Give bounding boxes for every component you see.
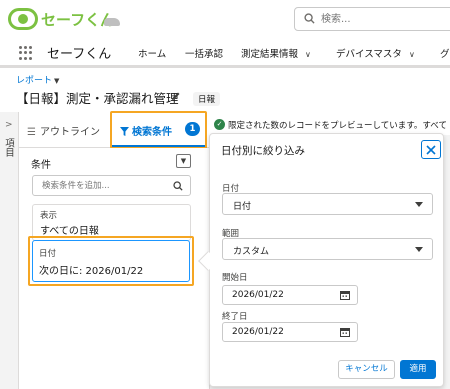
rail-label: 項目 xyxy=(3,138,14,157)
report-type-badge: 日報 xyxy=(193,92,221,106)
popover-title: 日付別に絞り込み xyxy=(221,145,305,157)
nav-item-label: デバイスマスタ xyxy=(336,49,402,60)
range-select-value: カスタム xyxy=(233,247,270,257)
close-button[interactable] xyxy=(421,140,441,159)
add-filter-input[interactable] xyxy=(42,179,167,193)
app-name: セーフくん xyxy=(47,47,112,62)
filter-date-caption: 日付 xyxy=(39,249,57,259)
conditions-menu-button[interactable]: ▼ xyxy=(176,154,191,168)
close-icon xyxy=(426,145,436,155)
filter-date[interactable]: 日付 次の日に: 2026/01/22 xyxy=(32,240,190,282)
caret-down-icon[interactable]: ▼ xyxy=(54,77,59,85)
tab-outline[interactable]: ☰ アウトライン xyxy=(27,123,100,138)
nav-item-label: 一括承認 xyxy=(185,49,224,60)
global-search-input[interactable] xyxy=(321,11,450,27)
car-icon xyxy=(104,18,120,26)
field-select[interactable]: 日付 xyxy=(222,193,433,215)
filter-show-caption: 表示 xyxy=(40,211,58,221)
nav-item-device-master[interactable]: デバイスマスタ ∨ xyxy=(336,46,415,60)
chevron-down-icon xyxy=(415,202,423,207)
date-filter-popover: 日付別に絞り込み 日付 日付 範囲 カスタム 開始日 2026/01/22 終了… xyxy=(209,133,444,387)
end-date-label: 終了日 xyxy=(222,312,248,322)
end-date-input[interactable]: 2026/01/22 xyxy=(222,322,358,342)
nav-item-group[interactable]: グ xyxy=(440,46,450,60)
apply-button[interactable]: 適用 xyxy=(400,360,436,379)
tab-outline-label: アウトライン xyxy=(39,127,100,138)
pencil-icon[interactable] xyxy=(171,91,181,101)
end-date-value: 2026/01/22 xyxy=(232,327,284,337)
nav-item-home[interactable]: ホーム xyxy=(138,46,166,60)
page-title: 【日報】測定・承認漏れ管理 xyxy=(16,91,179,106)
filter-show-value: すべての日報 xyxy=(40,226,99,237)
nav-item-label: ホーム xyxy=(138,49,167,60)
search-icon xyxy=(173,181,183,191)
nav-item-label: グ xyxy=(440,49,450,60)
field-select-value: 日付 xyxy=(233,202,252,212)
search-icon xyxy=(304,13,315,24)
check-icon: ✓ xyxy=(214,119,225,130)
breadcrumb-label: レポート xyxy=(16,76,53,86)
app-launcher-icon[interactable] xyxy=(19,46,33,60)
add-filter-search[interactable] xyxy=(32,175,191,196)
logo-mark xyxy=(8,8,38,30)
list-icon: ☰ xyxy=(27,127,36,138)
app-nav-bar: セーフくん ホーム 一括承認 測定結果情報 ∨ デバイスマスタ ∨ グ xyxy=(0,37,450,68)
range-select[interactable]: カスタム xyxy=(222,238,433,260)
chevron-down-icon[interactable]: ∨ xyxy=(409,50,415,59)
nav-item-bulk-approve[interactable]: 一括承認 xyxy=(185,46,223,60)
cancel-button[interactable]: キャンセル xyxy=(338,360,395,379)
nav-item-measurement-results[interactable]: 測定結果情報 ∨ xyxy=(241,46,311,60)
calendar-icon[interactable] xyxy=(340,290,350,300)
calendar-icon[interactable] xyxy=(340,327,350,337)
start-date-input[interactable]: 2026/01/22 xyxy=(222,285,358,305)
chevron-down-icon[interactable]: ∨ xyxy=(305,50,311,59)
brand-logo[interactable]: セーフくん xyxy=(8,7,120,31)
chevron-right-icon[interactable]: > xyxy=(5,120,13,130)
fields-rail[interactable]: > 項目 xyxy=(0,112,19,389)
start-date-label: 開始日 xyxy=(222,273,248,283)
global-search[interactable] xyxy=(294,7,450,31)
chevron-down-icon xyxy=(415,247,423,252)
highlight-box-tab xyxy=(110,111,207,149)
breadcrumb[interactable]: レポート ▼ xyxy=(16,73,59,86)
preview-notice-text: 限定された数のレコードをプレビューしています。すべて xyxy=(228,121,447,131)
global-header: セーフくん xyxy=(0,0,450,37)
preview-notice: ✓ 限定された数のレコードをプレビューしています。すべて xyxy=(210,115,450,135)
filter-date-value: 次の日に: 2026/01/22 xyxy=(39,266,144,277)
conditions-heading: 条件 xyxy=(31,160,51,171)
nav-item-label: 測定結果情報 xyxy=(241,49,299,60)
start-date-value: 2026/01/22 xyxy=(232,290,284,300)
